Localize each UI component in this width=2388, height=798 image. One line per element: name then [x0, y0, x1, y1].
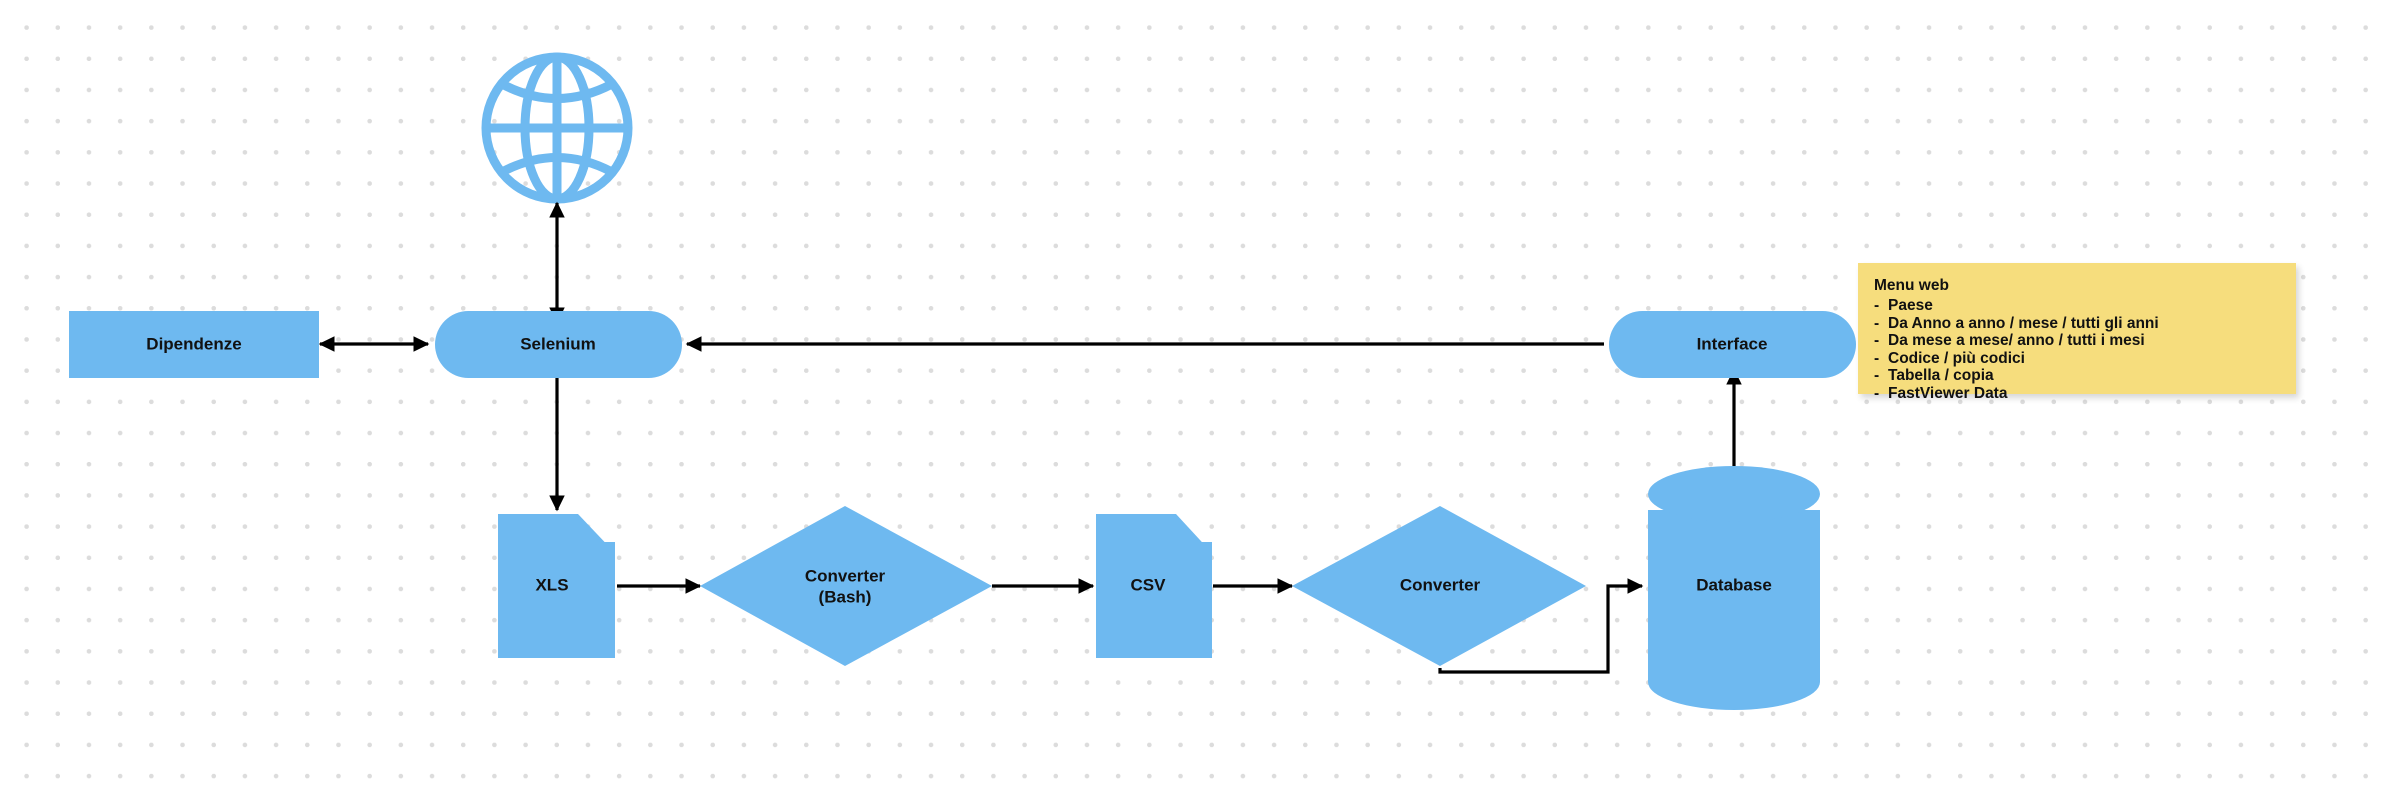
node-xls-label: XLS	[535, 575, 568, 594]
node-selenium[interactable]: Selenium	[435, 311, 682, 378]
node-database[interactable]: Database	[1648, 466, 1820, 710]
bullet-dash: -	[1874, 297, 1880, 314]
sticky-note-item-text: Da mese a mese/ anno / tutti i mesi	[1888, 332, 2145, 350]
sticky-note-item: - Tabella / copia	[1874, 367, 2280, 385]
node-converter-bash-label-line1: Converter	[805, 566, 886, 585]
sticky-note-item-text: FastViewer Data	[1888, 384, 2008, 402]
sticky-note-item: - Paese	[1874, 297, 2280, 315]
node-interface[interactable]: Interface	[1609, 311, 1856, 378]
node-converter[interactable]: Converter	[1292, 506, 1586, 666]
sticky-note-item-text: Codice / più codici	[1888, 349, 2025, 367]
node-selenium-label: Selenium	[520, 334, 596, 353]
node-dipendenze[interactable]: Dipendenze	[69, 311, 319, 378]
bullet-dash: -	[1874, 332, 1880, 350]
node-dipendenze-label: Dipendenze	[146, 334, 241, 353]
sticky-note-list: - Paese - Da Anno a anno / mese / tutti gl…	[1874, 297, 2280, 403]
bullet-dash: -	[1874, 349, 1880, 367]
node-converter-label: Converter	[1400, 575, 1481, 594]
sticky-note-item: - FastViewer Data	[1874, 385, 2280, 403]
sticky-note-item-text: Paese	[1888, 297, 1933, 314]
node-interface-label: Interface	[1697, 334, 1768, 353]
sticky-note-item: - Da Anno a anno / mese / tutti gli anni	[1874, 315, 2280, 333]
sticky-note-title: Menu web	[1874, 277, 1949, 294]
bullet-dash: -	[1874, 367, 1880, 385]
diagram-canvas: Dipendenze Selenium Interface XLS Conver…	[0, 0, 2388, 798]
sticky-note-item-text: Tabella / copia	[1888, 367, 1994, 385]
sticky-note-item: - Da mese a mese/ anno / tutti i mesi	[1874, 332, 2280, 350]
bullet-dash: -	[1874, 314, 1880, 332]
sticky-note[interactable]: Menu web - Paese - Da Anno a anno / mese /…	[1858, 263, 2296, 402]
bullet-dash: -	[1874, 384, 1880, 402]
node-xls[interactable]: XLS	[498, 514, 615, 658]
node-csv[interactable]: CSV	[1096, 514, 1212, 658]
globe-icon	[481, 52, 633, 204]
node-converter-bash-label-line2: (Bash)	[819, 587, 872, 606]
sticky-note-item-text: Da Anno a anno / mese / tutti gli anni	[1888, 314, 2159, 332]
node-database-label: Database	[1696, 575, 1772, 594]
sticky-note-item: - Codice / più codici	[1874, 350, 2280, 368]
node-converter-bash[interactable]: Converter (Bash)	[700, 506, 992, 666]
node-csv-label: CSV	[1131, 575, 1167, 594]
